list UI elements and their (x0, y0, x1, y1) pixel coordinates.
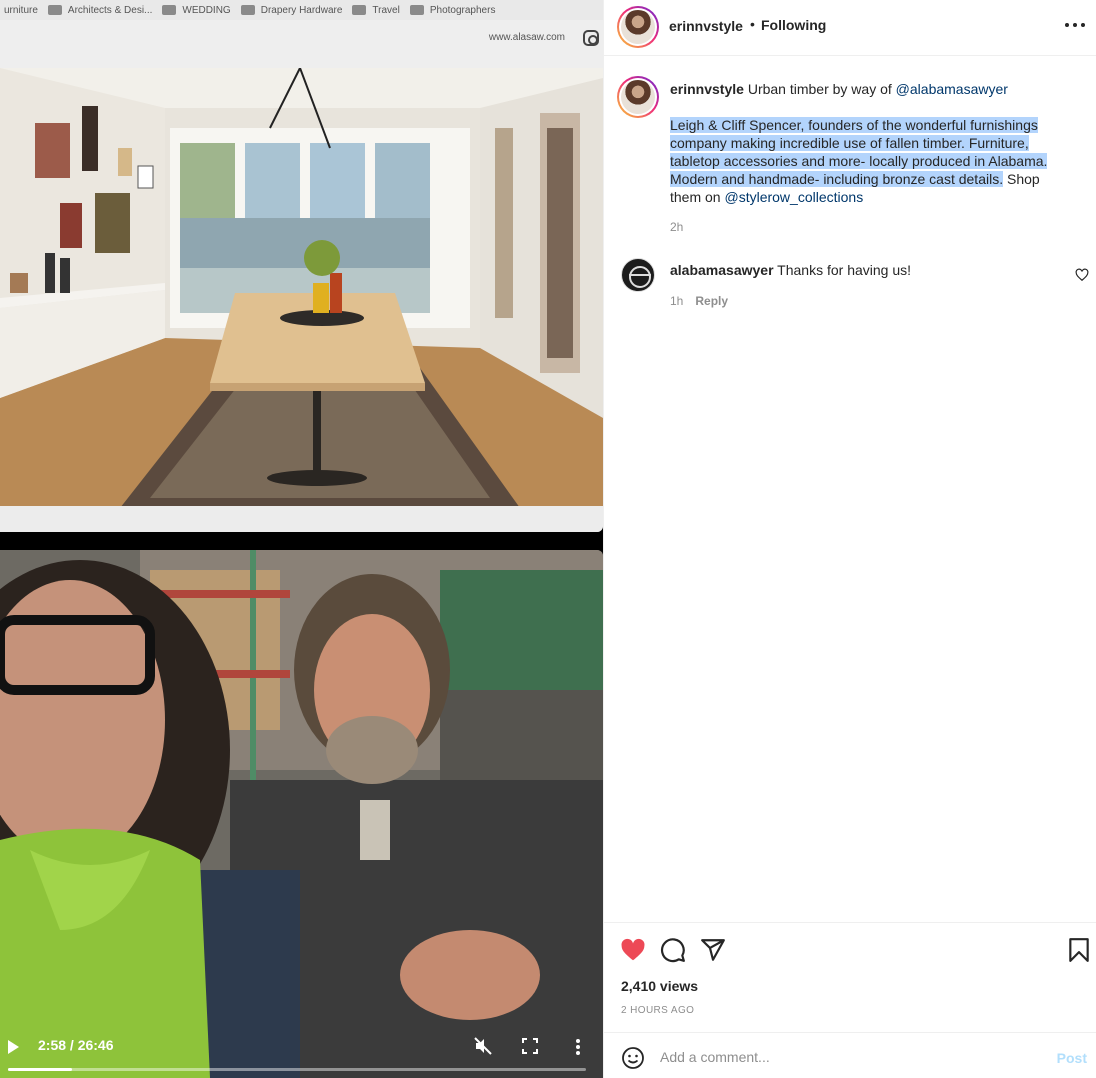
following-button[interactable]: Following (761, 17, 826, 33)
folder-icon (352, 5, 367, 15)
like-heart-icon[interactable] (620, 937, 646, 963)
video-progress-bar[interactable] (8, 1068, 586, 1071)
comment-input[interactable] (660, 1044, 1040, 1070)
bookmark-label: Drapery Hardware (260, 4, 343, 16)
commenter-username[interactable]: alabamasawyer (670, 262, 774, 278)
header-separator: • (750, 16, 755, 32)
instagram-icon (583, 30, 599, 46)
folder-icon (162, 5, 177, 15)
post-header: erinnvstyle • Following (604, 0, 1096, 56)
play-icon[interactable] (8, 1040, 19, 1054)
caption-text: erinnvstyle Urban timber by way of @alab… (670, 80, 1070, 206)
comment-bubble-icon[interactable] (660, 937, 686, 963)
site-header-strip: www.alasaw.com (0, 20, 603, 68)
save-bookmark-icon[interactable] (1066, 937, 1092, 963)
caption-avatar[interactable] (617, 76, 659, 118)
dot-icon (1081, 23, 1085, 27)
media-video-frame[interactable]: 2:58 / 26:46 (0, 550, 603, 1078)
photo-frame-border (0, 506, 603, 532)
dining-room-photo (0, 68, 603, 508)
mute-icon[interactable] (474, 1037, 492, 1055)
dot-icon (1065, 23, 1069, 27)
fullscreen-icon[interactable] (522, 1038, 538, 1054)
bookmark-label: Architects & Desi... (67, 4, 153, 16)
folder-icon (409, 5, 424, 15)
more-options-icon[interactable] (570, 1038, 586, 1056)
comment-like-heart-icon[interactable] (1075, 268, 1089, 282)
video-still (0, 550, 603, 1078)
browser-bookmarks-bar: urniture Architects & Desi... WEDDING Dr… (0, 0, 603, 20)
bookmark: Architects & Desi... (47, 4, 153, 16)
site-url: www.alasaw.com (488, 32, 565, 43)
bookmark: Drapery Hardware (240, 4, 343, 16)
post-comment-button[interactable]: Post (1057, 1050, 1087, 1066)
views-count[interactable]: 2,410 views (621, 978, 698, 994)
comment-item: alabamasawyer Thanks for having us! 1h R… (604, 256, 1096, 316)
bookmark-label: Photographers (429, 4, 496, 16)
comment-body: Thanks for having us! (777, 262, 912, 278)
video-time: 2:58 / 26:46 (38, 1037, 114, 1053)
media-top-frame: urniture Architects & Desi... WEDDING Dr… (0, 0, 603, 532)
video-progress-fill (8, 1068, 73, 1071)
post-actions: 2,410 views 2 HOURS AGO (604, 922, 1096, 1032)
dot-icon (1073, 23, 1077, 27)
bookmark-label: WEDDING (182, 4, 231, 16)
comment-meta: 1h Reply (670, 294, 728, 308)
caption-shop-mention[interactable]: @stylerow_collections (724, 189, 863, 205)
post-age[interactable]: 2 HOURS AGO (621, 1005, 694, 1016)
caption-username[interactable]: erinnvstyle (670, 81, 744, 97)
caption-timestamp[interactable]: 2h (670, 220, 683, 234)
author-avatar[interactable] (617, 6, 659, 48)
add-comment-bar: Post (604, 1032, 1096, 1078)
comment-timestamp[interactable]: 1h (670, 294, 683, 308)
share-paper-plane-icon[interactable] (700, 937, 726, 963)
bookmark: Photographers (409, 4, 496, 16)
bookmark-label: urniture (4, 4, 38, 16)
emoji-smiley-icon[interactable] (621, 1046, 645, 1070)
commenter-avatar[interactable] (621, 258, 655, 292)
folder-icon (240, 5, 255, 15)
bookmark: WEDDING (162, 4, 231, 16)
bookmark: Travel (352, 4, 400, 16)
post-media[interactable]: urniture Architects & Desi... WEDDING Dr… (0, 0, 603, 1078)
author-username[interactable]: erinnvstyle (669, 18, 743, 34)
caption-lead: Urban timber by way of (747, 81, 892, 97)
caption-mention[interactable]: @alabamasawyer (896, 81, 1008, 97)
folder-icon (47, 5, 62, 15)
more-options-button[interactable] (1065, 18, 1085, 32)
bookmark-label: Travel (372, 4, 400, 16)
bookmark: urniture (4, 5, 38, 16)
post-sidebar: erinnvstyle • Following erinnvstyle Urba… (603, 0, 1096, 1078)
comment-text: alabamasawyer Thanks for having us! (670, 262, 911, 278)
video-controls: 2:58 / 26:46 (0, 1018, 603, 1078)
caption-highlighted-text: Leigh & Cliff Spencer, founders of the w… (670, 117, 1048, 187)
reply-button[interactable]: Reply (695, 294, 728, 308)
